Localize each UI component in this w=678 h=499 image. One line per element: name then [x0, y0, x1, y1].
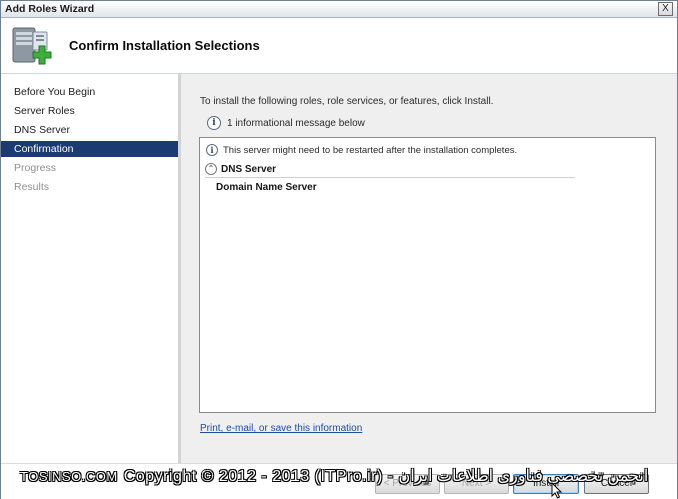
button-bar: < Previous Next > Install Cancel [1, 463, 677, 499]
role-service-item: Domain Name Server [216, 182, 317, 193]
title-bar[interactable]: Add Roles Wizard X [1, 1, 677, 18]
info-icon: i [206, 144, 218, 157]
wizard-header: Confirm Installation Selections [1, 18, 677, 74]
restart-message: i This server might need to be restarted … [206, 144, 517, 157]
section-title: DNS Server [221, 163, 277, 175]
wizard-window: Add Roles Wizard X Confirm Installation … [0, 0, 678, 499]
close-button[interactable]: X [658, 2, 673, 16]
restart-message-text: This server might need to be restarted a… [223, 144, 518, 156]
selections-list[interactable]: i This server might need to be restarted … [199, 137, 656, 413]
wizard-content: To install the following roles, role ser… [181, 74, 677, 463]
info-summary-text: 1 informational message below [227, 117, 365, 129]
window-title: Add Roles Wizard [5, 3, 95, 15]
close-icon: X [662, 3, 669, 14]
wizard-steps-sidebar: Before You Begin Server Roles DNS Server… [1, 74, 181, 463]
server-roles-add-icon [12, 27, 52, 65]
step-confirmation[interactable]: Confirmation [1, 141, 178, 157]
info-summary: i 1 informational message below [207, 116, 365, 130]
step-server-roles[interactable]: Server Roles [1, 103, 178, 119]
info-icon: i [207, 116, 221, 130]
step-before-you-begin[interactable]: Before You Begin [1, 84, 178, 100]
intro-text: To install the following roles, role ser… [200, 96, 494, 107]
cancel-button[interactable]: Cancel [584, 474, 649, 494]
collapse-icon[interactable]: ⌃ [205, 163, 217, 176]
dns-server-section[interactable]: ⌃ DNS Server [205, 163, 575, 178]
previous-button[interactable]: < Previous [375, 474, 440, 494]
step-dns-server[interactable]: DNS Server [1, 122, 178, 138]
print-save-link[interactable]: Print, e-mail, or save this information [200, 423, 362, 434]
step-progress: Progress [14, 162, 57, 174]
mouse-pointer-icon [551, 482, 563, 499]
page-title: Confirm Installation Selections [69, 38, 260, 53]
install-button[interactable]: Install [513, 474, 579, 494]
step-results: Results [14, 181, 50, 193]
next-button[interactable]: Next > [444, 474, 509, 494]
